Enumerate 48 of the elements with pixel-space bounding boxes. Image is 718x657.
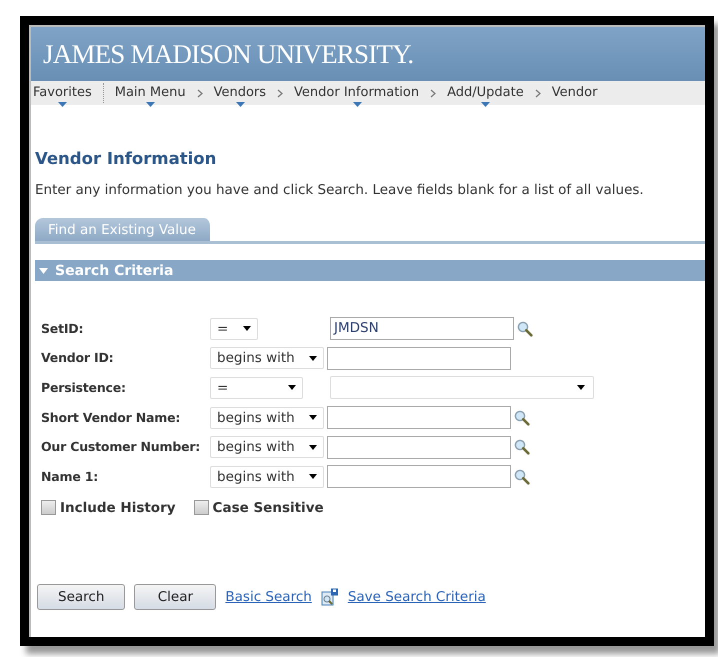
operator-dropdown[interactable]: = — [210, 318, 258, 340]
field-label: Name 1: — [41, 468, 100, 486]
operator-dropdown[interactable]: begins with — [210, 436, 324, 458]
search-icon[interactable] — [517, 320, 533, 337]
dropdown-arrow-icon[interactable] — [481, 102, 490, 107]
chevron-icon — [196, 88, 203, 98]
operator-dropdown[interactable]: = — [210, 376, 303, 399]
checkbox[interactable] — [41, 500, 56, 516]
field-label: Persistence: — [41, 378, 127, 397]
chevron-icon — [277, 88, 284, 98]
checkbox-label: Case Sensitive — [212, 500, 324, 516]
breadcrumb-link[interactable]: Vendor Information — [294, 84, 420, 102]
checkbox[interactable] — [194, 500, 209, 516]
field-label: SetID: — [41, 320, 84, 338]
university-logo: JAMES MADISON UNIVERSITY. — [43, 38, 414, 70]
collapse-icon — [39, 268, 48, 274]
dropdown-arrow-icon[interactable] — [236, 102, 245, 107]
field-label: Short Vendor Name: — [41, 408, 182, 427]
search-icon[interactable] — [514, 468, 530, 485]
page-title: Vendor Information — [35, 149, 218, 168]
input-field[interactable] — [327, 436, 511, 459]
breadcrumb-link[interactable]: Main Menu — [114, 84, 186, 102]
search-icon[interactable] — [514, 439, 530, 456]
input-field[interactable]: JMDSN — [330, 317, 514, 340]
input-field[interactable] — [327, 346, 511, 370]
input-field[interactable] — [327, 465, 511, 488]
checkbox-label: Include History — [60, 500, 176, 516]
field-label: Our Customer Number: — [41, 438, 202, 456]
link[interactable]: Basic Search — [225, 588, 312, 605]
input-field[interactable] — [327, 406, 511, 430]
breadcrumb-link[interactable]: Add/Update — [447, 84, 524, 102]
action-button[interactable]: Search — [37, 584, 126, 610]
operator-dropdown[interactable]: begins with — [210, 406, 324, 429]
link[interactable]: Save Search Criteria — [348, 588, 486, 605]
instructions-text: Enter any information you have and click Search. Leave fields blank for a list of all values. — [35, 182, 645, 198]
breadcrumb-link[interactable]: Vendor — [552, 84, 598, 102]
operator-dropdown[interactable]: begins with — [210, 347, 324, 370]
dropdown-arrow-icon[interactable] — [58, 102, 68, 107]
operator-dropdown[interactable]: begins with — [210, 466, 324, 488]
field-label: Vendor ID: — [41, 349, 114, 368]
action-button[interactable]: Clear — [134, 584, 216, 610]
search-icon[interactable] — [514, 410, 530, 426]
breadcrumb-link[interactable]: Favorites — [33, 84, 92, 102]
chevron-icon — [534, 88, 541, 98]
dropdown-arrow-icon[interactable] — [146, 102, 156, 107]
chevron-icon — [430, 88, 436, 98]
breadcrumb-link[interactable]: Vendors — [214, 84, 266, 102]
dropdown-arrow-icon[interactable] — [352, 102, 362, 107]
